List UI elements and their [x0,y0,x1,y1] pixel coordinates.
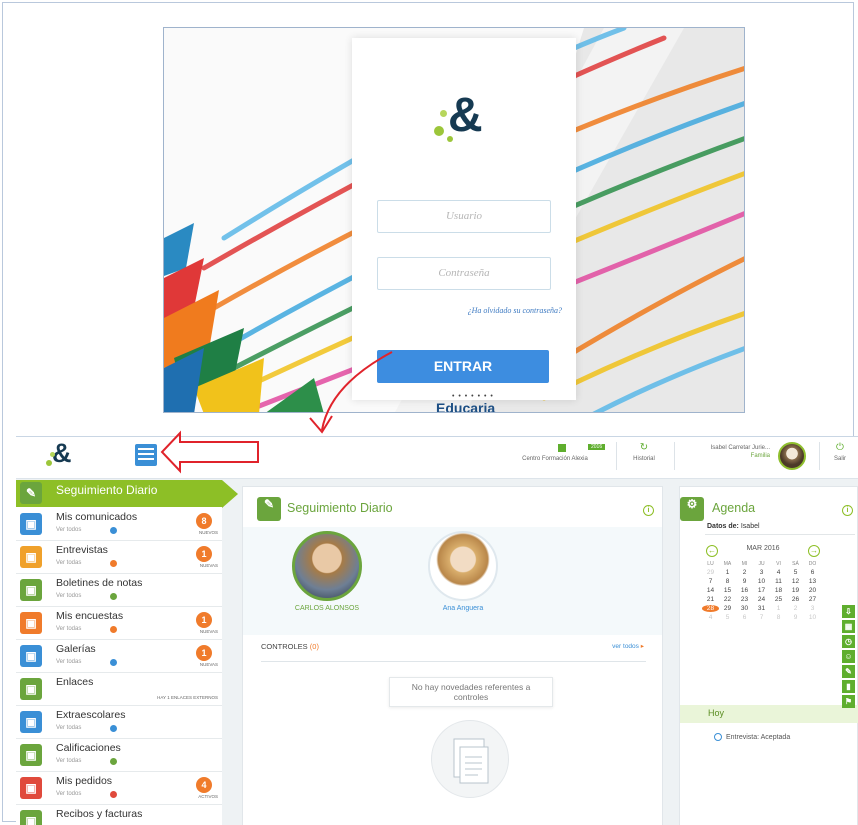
arrow-head [309,415,333,434]
arrow-to-dashboard [321,351,393,431]
annotation-arrows [160,351,393,474]
arrow-to-menu [160,430,259,474]
